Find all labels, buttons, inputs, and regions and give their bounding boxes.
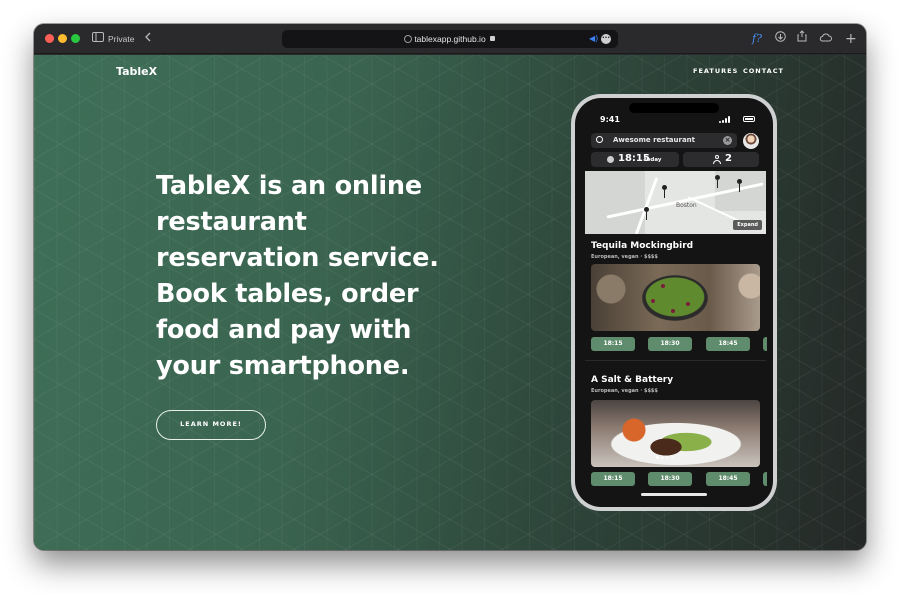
- search-value: Awesome restaurant: [613, 136, 696, 144]
- sidebar-icon[interactable]: [92, 24, 104, 54]
- phone-notch: [629, 103, 719, 113]
- map-city-label: Boston: [676, 202, 697, 209]
- address-bar[interactable]: tablexapp.github.io ◀) ···: [282, 30, 618, 48]
- time-slot-button[interactable]: [763, 472, 767, 486]
- time-slot-button[interactable]: 18:15: [591, 337, 635, 351]
- phone-mockup: 9:41 Awesome restaurant × 18:15 today 2 …: [571, 94, 777, 511]
- time-slot-button[interactable]: 18:45: [706, 472, 750, 486]
- time-slot-button[interactable]: 18:30: [648, 337, 692, 351]
- photo-pager[interactable]: [656, 456, 680, 460]
- map-view[interactable]: Boston Expand: [585, 171, 766, 234]
- divider: [585, 360, 766, 361]
- restaurant-details: European, vegan · $$$$: [591, 388, 658, 394]
- cloud-icon[interactable]: [819, 24, 832, 54]
- restaurant-name[interactable]: A Salt & Battery: [591, 375, 673, 385]
- zoom-window-button[interactable]: [71, 34, 80, 43]
- party-size-selector[interactable]: 2: [683, 152, 759, 167]
- map-pin[interactable]: [644, 207, 649, 220]
- party-size: 2: [725, 153, 732, 164]
- time-slot-button[interactable]: 18:15: [591, 472, 635, 486]
- phone-screen: 9:41 Awesome restaurant × 18:15 today 2 …: [575, 98, 773, 507]
- map-pin[interactable]: [662, 185, 667, 198]
- people-icon: [713, 155, 721, 164]
- restaurant-details: European, vegan · $$$$: [591, 254, 658, 260]
- back-icon[interactable]: [144, 24, 152, 54]
- browser-window: Private tablexapp.github.io ◀) ··· f? + …: [34, 24, 866, 550]
- search-icon: [596, 136, 603, 143]
- battery-icon: [743, 116, 755, 122]
- status-time: 9:41: [600, 115, 620, 124]
- share-icon[interactable]: [797, 24, 807, 54]
- url-text: tablexapp.github.io: [414, 34, 486, 44]
- time-slot-button[interactable]: 18:45: [706, 337, 750, 351]
- map-pin[interactable]: [737, 179, 742, 192]
- site-logo[interactable]: TableX: [116, 65, 157, 78]
- time-selector[interactable]: 18:15 today: [591, 152, 679, 167]
- download-icon[interactable]: [775, 24, 786, 54]
- avatar[interactable]: [743, 133, 759, 149]
- hero-headline: TableX is an online restaurant reservati…: [156, 171, 439, 381]
- private-mode-label: Private: [108, 34, 135, 44]
- map-pin[interactable]: [715, 175, 720, 188]
- nav-features-link[interactable]: FEATURES: [693, 67, 738, 75]
- time-slot-button[interactable]: [763, 337, 767, 351]
- lock-icon: [490, 36, 495, 41]
- restaurant-photo[interactable]: [591, 264, 760, 331]
- home-indicator: [641, 493, 707, 496]
- restaurant-search-input[interactable]: Awesome restaurant ×: [591, 133, 737, 148]
- close-window-button[interactable]: [45, 34, 54, 43]
- nav-contact-link[interactable]: CONTACT: [743, 67, 784, 75]
- speaker-icon[interactable]: ◀): [589, 30, 598, 48]
- clear-search-icon[interactable]: ×: [723, 136, 732, 145]
- new-tab-icon[interactable]: +: [845, 24, 857, 54]
- restaurant-name[interactable]: Tequila Mockingbird: [591, 241, 693, 251]
- expand-map-button[interactable]: Expand: [733, 220, 762, 230]
- browser-toolbar: Private tablexapp.github.io ◀) ··· f? +: [34, 24, 866, 54]
- clock-icon: [607, 156, 614, 163]
- learn-more-button[interactable]: LEARN MORE!: [156, 410, 266, 440]
- web-page: TableX FEATURES CONTACT TableX is an onl…: [34, 55, 866, 550]
- more-icon[interactable]: ···: [601, 34, 611, 44]
- reader-icon[interactable]: f?: [752, 24, 762, 54]
- booking-day: today: [644, 157, 662, 163]
- minimize-window-button[interactable]: [58, 34, 67, 43]
- time-slot-button[interactable]: 18:30: [648, 472, 692, 486]
